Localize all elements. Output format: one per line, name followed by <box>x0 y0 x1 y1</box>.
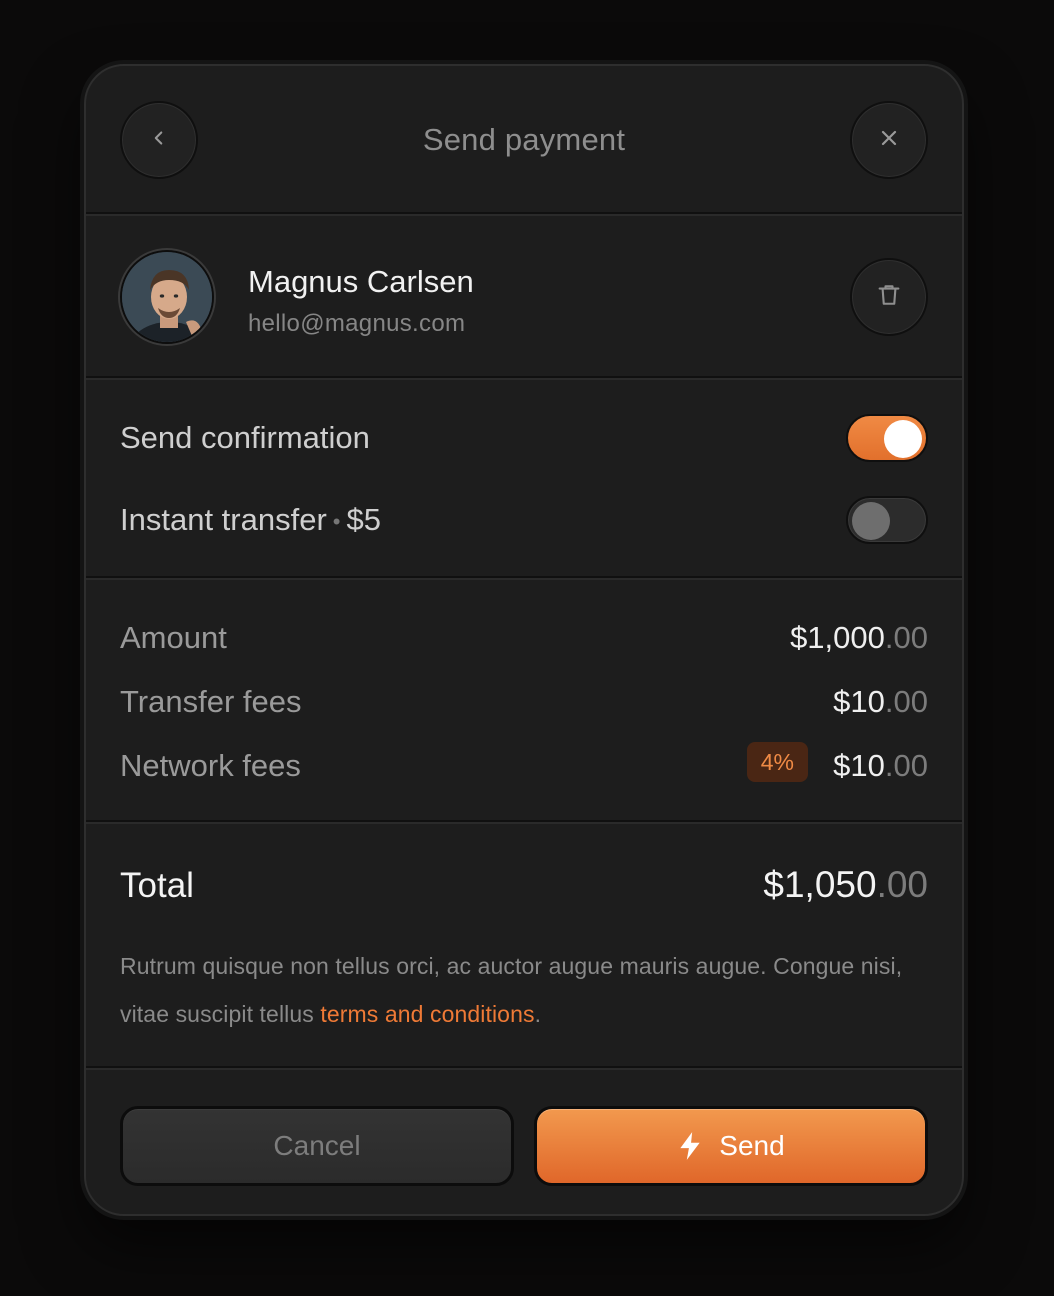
fee-value-main: $1,000 <box>790 620 885 655</box>
instant-transfer-label-group: Instant transfer • $5 <box>120 502 381 538</box>
modal-header: Send payment <box>86 66 962 216</box>
close-icon <box>877 126 901 155</box>
fee-value: $1,000.00 <box>790 620 928 656</box>
fee-value-main: $10 <box>833 748 885 783</box>
trash-icon <box>875 281 903 314</box>
fees-section: Amount $1,000.00 Transfer fees $10.00 Ne… <box>86 580 962 824</box>
recipient-email: hello@magnus.com <box>248 310 466 337</box>
total-value-main: $1,050 <box>763 864 877 905</box>
close-button[interactable] <box>850 101 928 179</box>
fee-label: Amount <box>120 620 227 655</box>
options-section: Send confirmation Instant transfer • $5 <box>86 380 962 580</box>
fee-row-transfer: Transfer fees $10.00 <box>120 682 928 722</box>
avatar <box>120 250 214 344</box>
fee-row-amount: Amount $1,000.00 <box>120 618 928 658</box>
send-confirmation-row: Send confirmation <box>120 414 928 464</box>
disclaimer-text: Rutrum quisque non tellus orci, ac aucto… <box>120 942 928 1038</box>
modal-footer: Cancel Send <box>86 1070 962 1214</box>
send-button-label: Send <box>719 1130 785 1161</box>
fee-value-cents: .00 <box>884 684 928 719</box>
instant-transfer-toggle[interactable] <box>846 496 928 544</box>
fee-label: Transfer fees <box>120 684 302 719</box>
fee-row-network: Network fees 4% $10.00 <box>120 742 928 786</box>
fee-value: $10.00 <box>833 684 928 720</box>
total-label: Total <box>120 866 194 905</box>
fee-value-cents: .00 <box>884 620 928 655</box>
remove-recipient-button[interactable] <box>850 258 928 336</box>
instant-transfer-label: Instant transfer <box>120 502 327 537</box>
toggle-knob <box>852 502 890 540</box>
total-value-cents: .00 <box>876 864 928 905</box>
send-confirmation-label: Send confirmation <box>120 420 370 455</box>
lightning-icon <box>677 1131 703 1161</box>
send-confirmation-toggle[interactable] <box>846 414 928 462</box>
fee-value-main: $10 <box>833 684 885 719</box>
fee-label: Network fees <box>120 748 301 783</box>
fee-value-cents: .00 <box>884 748 928 783</box>
terms-link[interactable]: terms and conditions <box>320 1001 534 1027</box>
cancel-button-label: Cancel <box>273 1130 361 1161</box>
recipient-card: Magnus Carlsen hello@magnus.com <box>86 216 962 380</box>
separator-dot: • <box>332 508 341 534</box>
total-section: Total $1,050.00 Rutrum quisque non tellu… <box>86 824 962 1070</box>
send-payment-modal: Send payment Magnus Carlsen hello@magnus… <box>84 64 964 1216</box>
total-value: $1,050.00 <box>763 864 928 906</box>
modal-title: Send payment <box>422 122 626 157</box>
recipient-name: Magnus Carlsen <box>248 264 474 299</box>
instant-transfer-price: $5 <box>346 502 381 537</box>
cancel-button[interactable]: Cancel <box>120 1106 514 1186</box>
send-button[interactable]: Send <box>534 1106 928 1186</box>
disclaimer-end: . <box>534 1001 542 1027</box>
toggle-knob <box>884 420 922 458</box>
fee-value: $10.00 <box>833 748 928 784</box>
percentage-badge: 4% <box>746 742 808 782</box>
instant-transfer-row: Instant transfer • $5 <box>120 496 928 546</box>
